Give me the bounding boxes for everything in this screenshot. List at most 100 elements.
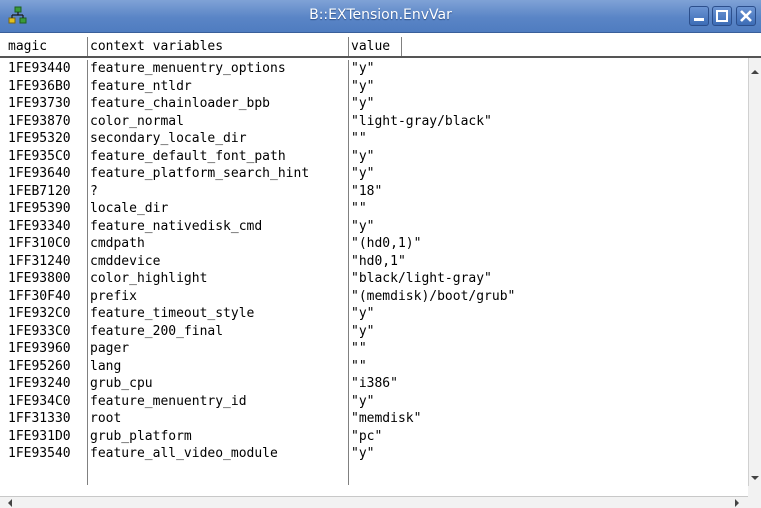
cell-magic: 1FE95320 <box>8 131 71 146</box>
cell-variable-name: color_normal <box>90 113 184 129</box>
column-divider[interactable] <box>348 37 349 56</box>
cell-value: "y" <box>351 96 375 111</box>
cell-magic: 1FF31240 <box>8 253 71 269</box>
maximize-button[interactable] <box>712 6 732 26</box>
maximize-icon <box>716 10 728 22</box>
table-row[interactable]: 1FE93540 feature_all_video_module "y" <box>0 445 748 463</box>
table-row[interactable]: 1FE95260 lang "" <box>0 358 748 376</box>
table-row[interactable]: 1FE93730 feature_chainloader_bpb "y" <box>0 95 748 113</box>
cell-value: "black/light-gray" <box>351 271 492 286</box>
cell-value: "(memdisk)/boot/grub" <box>351 288 516 304</box>
cell-value: "(hd0,1)" <box>351 236 422 251</box>
close-icon <box>740 10 752 22</box>
cell-magic: 1FE93870 <box>8 113 71 129</box>
cell-value: "" <box>351 131 367 146</box>
cell-variable-name: root <box>90 411 122 426</box>
scroll-right-arrow-icon[interactable] <box>733 498 741 508</box>
cell-magic: 1FE93240 <box>8 376 71 391</box>
cell-magic: 1FE93440 <box>8 61 71 76</box>
cell-magic: 1FE93540 <box>8 446 71 461</box>
cell-magic: 1FF310C0 <box>8 236 71 251</box>
table-row[interactable]: 1FE93340 feature_nativedisk_cmd "y" <box>0 218 748 236</box>
close-button[interactable] <box>736 6 756 26</box>
cell-magic: 1FE93340 <box>8 218 71 234</box>
cell-magic: 1FE93800 <box>8 271 71 286</box>
cell-value: "y" <box>351 218 375 234</box>
table-row[interactable]: 1FF30F40 prefix "(memdisk)/boot/grub" <box>0 288 748 306</box>
cell-magic: 1FEB7120 <box>8 183 71 199</box>
cell-value: "" <box>351 358 367 374</box>
cell-value: "hd0,1" <box>351 253 406 269</box>
table-row[interactable]: 1FE931D0 grub_platform "pc" <box>0 428 748 446</box>
cell-variable-name: locale_dir <box>90 201 169 216</box>
cell-variable-name: lang <box>90 358 122 374</box>
scroll-down-arrow-icon[interactable] <box>750 474 760 482</box>
table-row[interactable]: 1FE93240 grub_cpu "i386" <box>0 375 748 393</box>
scroll-up-arrow-icon[interactable] <box>750 68 760 76</box>
horizontal-scrollbar[interactable] <box>0 496 748 508</box>
cell-value: "light-gray/black" <box>351 113 492 129</box>
cell-value: "pc" <box>351 428 383 444</box>
cell-value: "y" <box>351 393 375 409</box>
table-header: magic context variables value <box>0 37 761 58</box>
cell-variable-name: feature_ntldr <box>90 78 192 94</box>
header-magic[interactable]: magic <box>8 39 47 54</box>
title-bar[interactable]: B::EXTension.EnvVar <box>0 0 761 33</box>
table-row[interactable]: 1FE93960 pager "" <box>0 340 748 358</box>
cell-variable-name: prefix <box>90 288 137 304</box>
column-divider[interactable] <box>87 37 88 56</box>
table-row[interactable]: 1FE934C0 feature_menuentry_id "y" <box>0 393 748 411</box>
column-divider[interactable] <box>401 37 402 56</box>
cell-variable-name: feature_chainloader_bpb <box>90 96 271 111</box>
cell-variable-name: ? <box>90 183 98 199</box>
cell-variable-name: feature_all_video_module <box>90 446 278 461</box>
cell-value: "y" <box>351 78 375 94</box>
header-context-variables[interactable]: context variables <box>90 39 223 54</box>
table-row[interactable]: 1FE932C0 feature_timeout_style "y" <box>0 305 748 323</box>
cell-variable-name: feature_nativedisk_cmd <box>90 218 263 234</box>
table-row[interactable]: 1FE95390 locale_dir "" <box>0 200 748 218</box>
cell-variable-name: grub_platform <box>90 428 192 444</box>
table-row[interactable]: 1FE935C0 feature_default_font_path "y" <box>0 148 748 166</box>
cell-magic: 1FE93960 <box>8 341 71 356</box>
cell-magic: 1FE935C0 <box>8 148 71 164</box>
cell-value: "y" <box>351 166 375 181</box>
table-row[interactable]: 1FE933C0 feature_200_final "y" <box>0 323 748 341</box>
cell-value: "y" <box>351 148 375 164</box>
cell-variable-name: grub_cpu <box>90 376 153 391</box>
minimize-button[interactable] <box>689 6 709 26</box>
minimize-icon <box>694 18 704 21</box>
cell-variable-name: cmddevice <box>90 253 161 269</box>
cell-value: "" <box>351 201 367 216</box>
cell-variable-name: feature_default_font_path <box>90 148 286 164</box>
scroll-left-arrow-icon[interactable] <box>6 498 14 508</box>
vertical-scrollbar[interactable] <box>748 58 761 486</box>
table-row[interactable]: 1FF31330 root "memdisk" <box>0 410 748 428</box>
table-row[interactable]: 1FEB7120? "18" <box>0 183 748 201</box>
table-row[interactable]: 1FE95320 secondary_locale_dir "" <box>0 130 748 148</box>
table-row[interactable]: 1FE93870 color_normal "light-gray/black" <box>0 113 748 131</box>
cell-magic: 1FE933C0 <box>8 323 71 339</box>
cell-variable-name: feature_menuentry_id <box>90 393 247 409</box>
table-row[interactable]: 1FF310C0 cmdpath "(hd0,1)" <box>0 235 748 253</box>
table-body: 1FE93440 feature_menuentry_options "y" 1FE9… <box>0 60 748 485</box>
window-title: B::EXTension.EnvVar <box>309 7 452 23</box>
table-row[interactable]: 1FF31240 cmddevice "hd0,1" <box>0 253 748 271</box>
cell-magic: 1FE93730 <box>8 96 71 111</box>
table-row[interactable]: 1FE936B0 feature_ntldr "y" <box>0 78 748 96</box>
cell-variable-name: feature_platform_search_hint <box>90 166 310 181</box>
cell-value: "y" <box>351 306 375 321</box>
table-row[interactable]: 1FE93640 feature_platform_search_hint "y" <box>0 165 748 183</box>
cell-magic: 1FF31330 <box>8 411 71 426</box>
header-value[interactable]: value <box>351 39 390 54</box>
table-row[interactable]: 1FE93800 color_highlight "black/light-gray… <box>0 270 748 288</box>
cell-value: "i386" <box>351 376 398 391</box>
cell-magic: 1FE93640 <box>8 166 71 181</box>
table-row[interactable]: 1FE93440 feature_menuentry_options "y" <box>0 60 748 78</box>
cell-variable-name: feature_timeout_style <box>90 306 255 321</box>
cell-variable-name: cmdpath <box>90 236 145 251</box>
cell-value: "y" <box>351 61 375 76</box>
cell-magic: 1FE95390 <box>8 201 71 216</box>
cell-magic: 1FE932C0 <box>8 306 71 321</box>
cell-magic: 1FE931D0 <box>8 428 71 444</box>
